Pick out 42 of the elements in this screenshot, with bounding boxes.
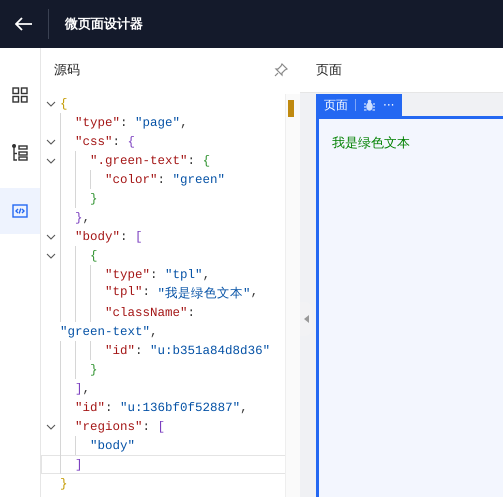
- fold-chevron-icon[interactable]: [46, 100, 56, 106]
- code-line: }: [60, 476, 68, 490]
- preview-title: 页面: [316, 62, 342, 79]
- bug-icon[interactable]: [363, 98, 376, 112]
- code-line: "className":: [105, 306, 196, 320]
- code-line: "green-text",: [60, 324, 158, 338]
- code-line: "body": [90, 438, 136, 452]
- back-arrow-icon: [15, 17, 33, 31]
- more-button[interactable]: ···: [383, 98, 394, 112]
- grid-icon: [12, 87, 28, 103]
- text-component: 我是绿色文本: [332, 136, 410, 151]
- code-line: "tpl": "我是绿色文本",: [105, 285, 258, 302]
- pin-icon[interactable]: [274, 63, 288, 77]
- code-line: }: [90, 362, 98, 376]
- code-line: "id": "u:b351a84d8d36": [105, 344, 270, 358]
- code-line: {: [60, 96, 68, 110]
- fold-chevron-icon[interactable]: [46, 424, 56, 430]
- code-line: "type": "tpl",: [105, 268, 210, 282]
- page-title: 微页面设计器: [65, 16, 143, 33]
- code-line: }: [90, 192, 98, 206]
- code-line: ".green-text": {: [90, 154, 210, 168]
- code-line: ],: [75, 382, 90, 396]
- code-line: "id": "u:136bf0f52887",: [75, 400, 248, 414]
- code-line: ]: [75, 458, 83, 472]
- code-tab[interactable]: [0, 188, 40, 234]
- code-line: "body": [: [75, 230, 143, 244]
- code-icon: [12, 204, 28, 218]
- code-line: {: [90, 248, 98, 262]
- scrollbar[interactable]: [285, 94, 300, 497]
- code-line: },: [75, 210, 90, 224]
- panel-title: 源码: [54, 62, 80, 79]
- fold-chevron-icon[interactable]: [46, 252, 56, 258]
- component-label: 页面: [324, 96, 348, 114]
- code-line: "regions": [: [75, 420, 166, 434]
- code-line: "css": {: [75, 134, 136, 148]
- fold-chevron-icon[interactable]: [46, 158, 56, 164]
- collapse-arrow-icon: [304, 315, 308, 323]
- outline-icon: [12, 144, 28, 162]
- code-line: "type": "page",: [75, 116, 188, 130]
- fold-chevron-icon[interactable]: [46, 234, 56, 240]
- code-line: "color": "green": [105, 172, 226, 186]
- fold-chevron-icon[interactable]: [46, 138, 56, 144]
